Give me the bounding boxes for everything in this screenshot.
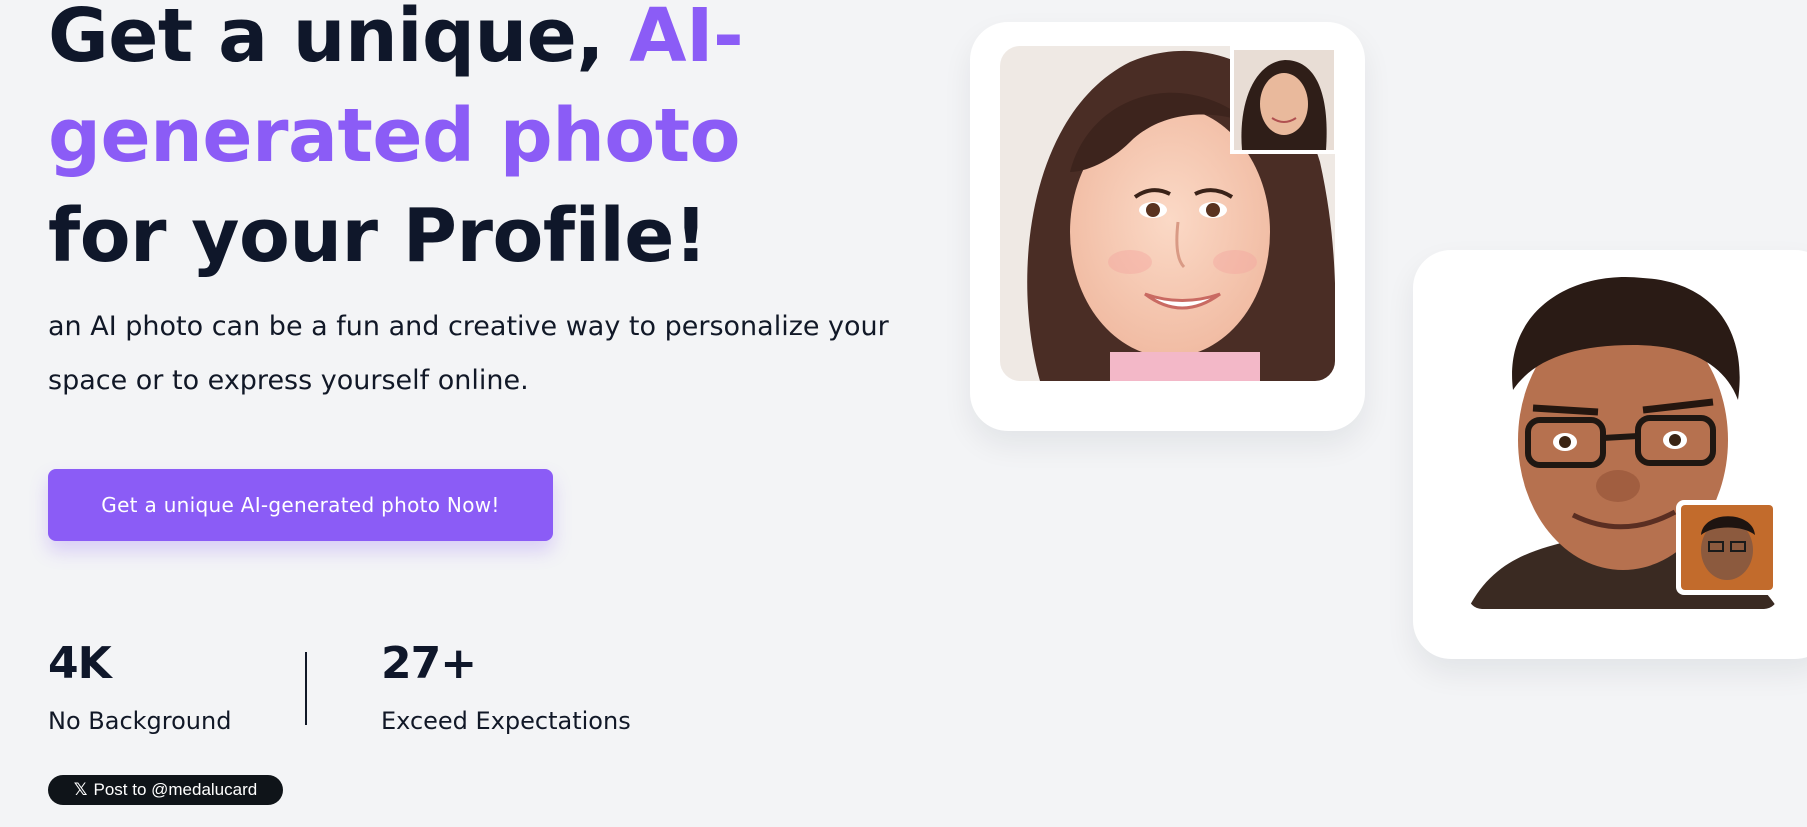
stat-label: No Background: [48, 707, 232, 735]
post-to-x-label: Post to @medalucard: [93, 780, 258, 799]
post-to-x-button[interactable]: 𝕏 Post to @medalucard: [48, 775, 283, 805]
stat-value: 4K: [48, 638, 112, 689]
hero-subtitle: an AI photo can be a fun and creative wa…: [48, 311, 889, 396]
hero-title: Get a unique, AI-generated photo for you…: [48, 0, 848, 286]
x-logo-icon: 𝕏: [73, 780, 88, 800]
stat-resolution: 4K No Background: [48, 632, 231, 736]
get-ai-photo-button[interactable]: Get a unique AI-generated photo Now!: [48, 469, 553, 541]
ai-portrait-woman: [1000, 46, 1338, 381]
ai-portrait-man: [1468, 274, 1778, 609]
hero-title-part1: Get a unique,: [48, 0, 630, 79]
hero-title-part2: for your Profile!: [48, 193, 708, 279]
sample-card-man: [1413, 250, 1807, 659]
stat-label: Exceed Expectations: [381, 707, 631, 735]
stats-divider: [305, 652, 307, 725]
stat-expectations: 27+ Exceed Expectations: [381, 632, 631, 736]
stat-value: 27+: [381, 638, 477, 689]
sample-card-woman: [970, 22, 1365, 431]
